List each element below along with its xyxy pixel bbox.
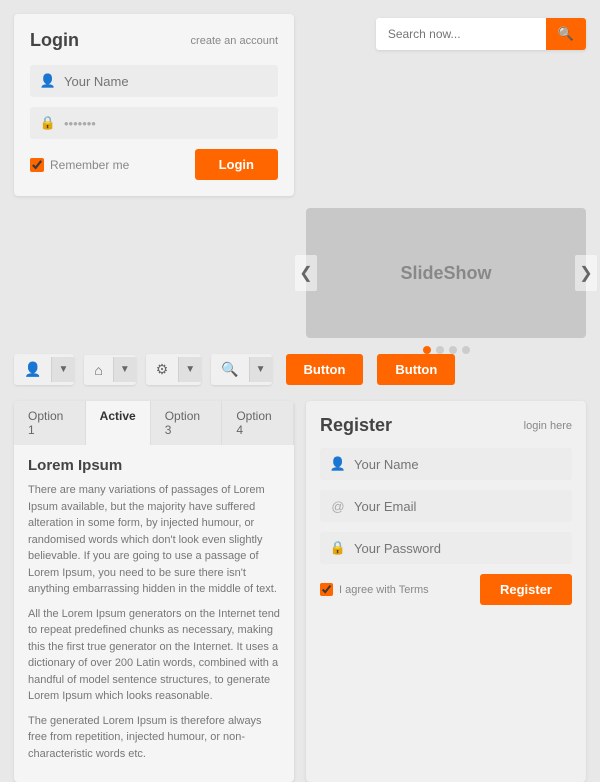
search-input[interactable] [376, 19, 546, 49]
tab-body: Lorem Ipsum There are many variations of… [14, 445, 294, 782]
tab-option1[interactable]: Option 1 [14, 401, 86, 445]
agree-terms-text: I agree with Terms [339, 584, 429, 596]
toolbar-search-group: 🔍 ▼ [211, 354, 271, 385]
register-name-input[interactable] [354, 457, 562, 472]
toolbar-home-button[interactable]: ⌂ [84, 355, 112, 385]
remember-me-label: Remember me [30, 158, 129, 172]
register-lock-icon: 🔒 [330, 540, 346, 556]
remember-me-text: Remember me [50, 158, 129, 172]
login-name-input[interactable] [64, 74, 268, 89]
register-password-group: 🔒 [320, 532, 572, 564]
dot-2[interactable] [436, 346, 444, 354]
register-name-group: 👤 [320, 448, 572, 480]
slideshow-label: SlideShow [400, 263, 491, 284]
register-button[interactable]: Register [480, 574, 572, 605]
slideshow-container: ❮ SlideShow ❯ [306, 214, 586, 338]
slideshow-dots [423, 346, 470, 354]
login-footer: Remember me Login [30, 149, 278, 180]
tab-option4[interactable]: Option 4 [222, 401, 294, 445]
bottom-row: Option 1 Active Option 3 Option 4 Lorem … [14, 401, 586, 782]
slideshow-prev-button[interactable]: ❮ [295, 255, 317, 291]
login-name-group: 👤 [30, 65, 278, 97]
dot-1[interactable] [423, 346, 431, 354]
toolbar-home-group: ⌂ ▼ [84, 355, 135, 385]
search-area: 🔍 [306, 14, 586, 196]
dot-3[interactable] [449, 346, 457, 354]
register-email-input[interactable] [354, 499, 562, 514]
tab-active[interactable]: Active [86, 401, 151, 445]
tab-paragraph-1: There are many variations of passages of… [28, 482, 280, 598]
toolbar-user-caret[interactable]: ▼ [51, 357, 74, 382]
lock-icon: 🔒 [40, 115, 56, 131]
tab-option3[interactable]: Option 3 [151, 401, 223, 445]
register-user-icon: 👤 [330, 456, 346, 472]
register-card: Register login here 👤 @ 🔒 I agree with T… [306, 401, 586, 782]
agree-terms-label: I agree with Terms [320, 583, 429, 596]
tabs-content: Option 1 Active Option 3 Option 4 Lorem … [14, 401, 294, 782]
slideshow: ❮ SlideShow ❯ [306, 208, 586, 338]
button-2[interactable]: Button [377, 354, 455, 385]
register-email-icon: @ [330, 498, 346, 514]
toolbar-home-caret[interactable]: ▼ [113, 357, 136, 382]
tab-paragraph-3: The generated Lorem Ipsum is therefore a… [28, 713, 280, 763]
login-password-group: 🔒 [30, 107, 278, 139]
slideshow-next-button[interactable]: ❯ [575, 255, 597, 291]
toolbar-gear-button[interactable]: ⚙ [146, 354, 179, 385]
login-title: Login [30, 30, 79, 51]
button-1[interactable]: Button [286, 354, 364, 385]
user-icon: 👤 [40, 73, 56, 89]
search-icon: 🔍 [558, 26, 574, 41]
register-title: Register [320, 415, 392, 436]
register-footer: I agree with Terms Register [320, 574, 572, 605]
toolbar-search-caret[interactable]: ▼ [249, 357, 272, 382]
toolbar-user-group: 👤 ▼ [14, 354, 74, 385]
create-account-link[interactable]: create an account [191, 35, 278, 47]
agree-terms-checkbox[interactable] [320, 583, 333, 596]
login-here-link[interactable]: login here [524, 420, 572, 432]
login-button[interactable]: Login [195, 149, 278, 180]
register-header: Register login here [320, 415, 572, 436]
login-header: Login create an account [30, 30, 278, 51]
search-button[interactable]: 🔍 [546, 18, 586, 50]
toolbar-row: 👤 ▼ ⌂ ▼ ⚙ ▼ 🔍 ▼ Button Button [14, 350, 586, 389]
tab-content-title: Lorem Ipsum [28, 457, 280, 474]
login-password-input[interactable] [64, 116, 268, 131]
toolbar-search-button[interactable]: 🔍 [211, 354, 248, 385]
login-card: Login create an account 👤 🔒 Remember me … [14, 14, 294, 196]
register-email-group: @ [320, 490, 572, 522]
toolbar-user-button[interactable]: 👤 [14, 354, 51, 385]
remember-me-checkbox[interactable] [30, 158, 44, 172]
search-box: 🔍 [376, 18, 586, 50]
register-password-input[interactable] [354, 541, 562, 556]
toolbar-gear-group: ⚙ ▼ [146, 354, 201, 385]
toolbar-gear-caret[interactable]: ▼ [178, 357, 201, 382]
dot-4[interactable] [462, 346, 470, 354]
tabs-bar: Option 1 Active Option 3 Option 4 [14, 401, 294, 445]
tab-paragraph-2: All the Lorem Ipsum generators on the In… [28, 606, 280, 705]
